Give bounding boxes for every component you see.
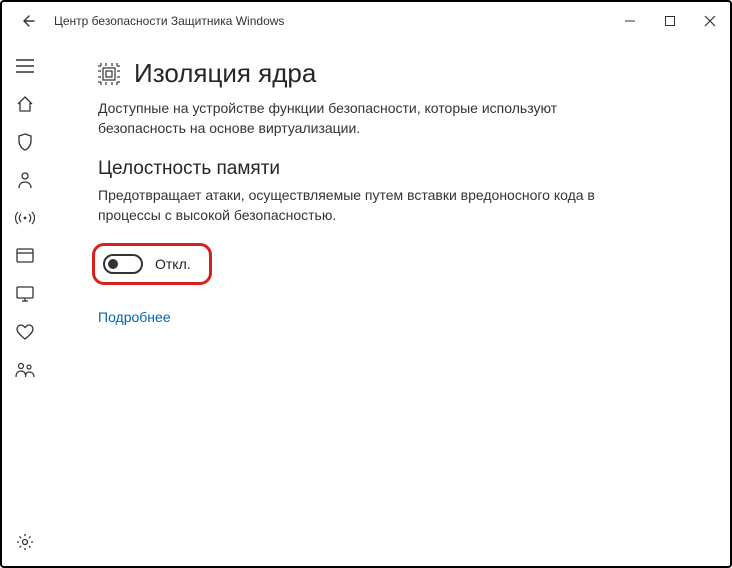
gear-icon — [16, 533, 34, 551]
nav-device-security[interactable] — [5, 276, 45, 312]
minimize-button[interactable] — [610, 2, 650, 40]
toggle-knob — [108, 259, 118, 269]
minimize-icon — [624, 15, 636, 27]
section-description: Предотвращает атаки, осуществляемые путе… — [98, 186, 638, 225]
toggle-state-label: Откл. — [155, 256, 191, 272]
arrow-left-icon — [20, 13, 36, 29]
close-icon — [704, 15, 716, 27]
body: Изоляция ядра Доступные на устройстве фу… — [2, 40, 730, 566]
family-icon — [15, 362, 35, 378]
nav-virus-protection[interactable] — [5, 124, 45, 160]
page-title: Изоляция ядра — [134, 58, 316, 89]
home-icon — [16, 95, 34, 113]
antenna-icon — [15, 210, 35, 226]
titlebar: Центр безопасности Защитника Windows — [2, 2, 730, 40]
sidebar — [2, 40, 48, 566]
nav-account-protection[interactable] — [5, 162, 45, 198]
page-description: Доступные на устройстве функции безопасн… — [98, 99, 638, 138]
core-isolation-icon — [98, 63, 120, 85]
app-window: Центр безопасности Защитника Windows — [0, 0, 732, 568]
page-header: Изоляция ядра — [98, 58, 680, 89]
learn-more-link[interactable]: Подробнее — [98, 309, 171, 325]
heart-icon — [16, 324, 34, 340]
menu-button[interactable] — [5, 48, 45, 84]
app-icon — [16, 248, 34, 264]
monitor-icon — [16, 286, 34, 302]
person-icon — [17, 171, 33, 189]
shield-icon — [17, 133, 33, 151]
main-content: Изоляция ядра Доступные на устройстве фу… — [48, 40, 730, 566]
hamburger-icon — [16, 59, 34, 73]
maximize-button[interactable] — [650, 2, 690, 40]
window-controls — [610, 2, 730, 40]
window-title: Центр безопасности Защитника Windows — [54, 14, 284, 28]
memory-integrity-toggle-highlight: Откл. — [92, 243, 212, 285]
nav-home[interactable] — [5, 86, 45, 122]
memory-integrity-toggle[interactable] — [103, 254, 143, 274]
close-button[interactable] — [690, 2, 730, 40]
nav-app-browser-control[interactable] — [5, 238, 45, 274]
maximize-icon — [664, 15, 676, 27]
back-button[interactable] — [8, 2, 48, 40]
section-heading: Целостность памяти — [98, 158, 680, 180]
nav-settings[interactable] — [5, 524, 45, 560]
nav-device-performance[interactable] — [5, 314, 45, 350]
nav-family-options[interactable] — [5, 352, 45, 388]
nav-firewall[interactable] — [5, 200, 45, 236]
